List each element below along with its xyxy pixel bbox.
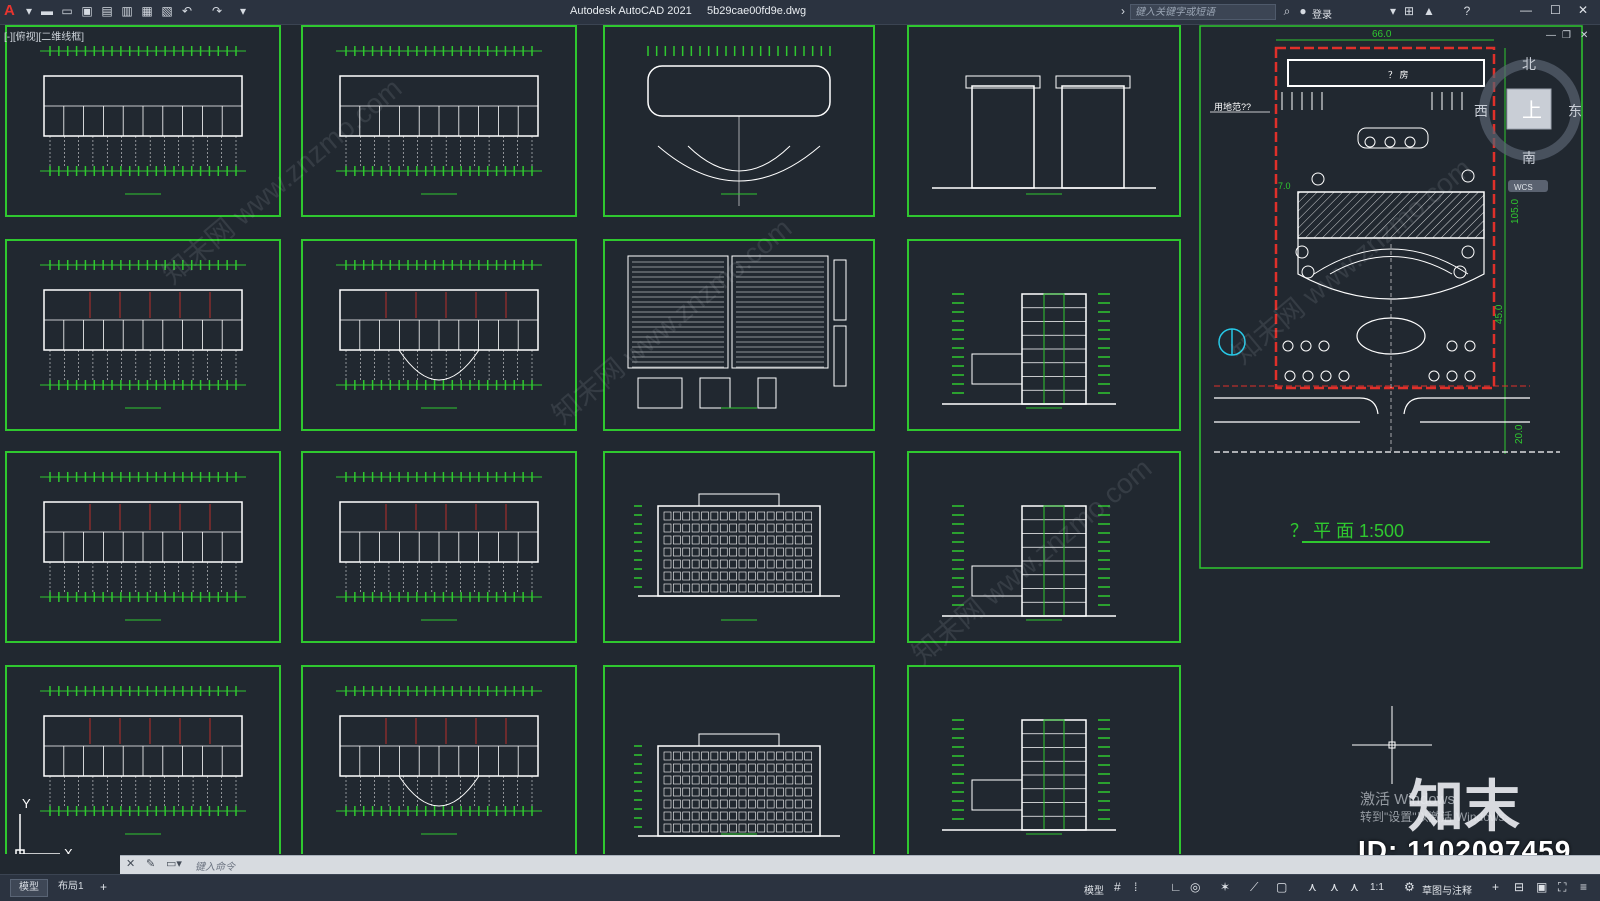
annotation-visibility-icon[interactable]: ⋏ (1308, 880, 1317, 894)
workspace-selector[interactable]: 草图与注释 (1422, 882, 1472, 897)
publish-icon[interactable]: ▥ (120, 4, 134, 18)
file-name: 5b29cae00fd9e.dwg (706, 5, 807, 17)
app-menu-chevron-icon[interactable]: ▾ (22, 4, 36, 18)
site-dim-right-1: 105.0 (1510, 199, 1521, 224)
auto-scale-icon[interactable]: ⋏ (1330, 880, 1339, 894)
viewcube-wcs[interactable]: WCS (1514, 183, 1533, 192)
site-dim-top: 66.0 (1372, 29, 1392, 40)
site-land-label: 用地范?? (1214, 101, 1251, 112)
app-title: Autodesk AutoCAD 2021 (570, 5, 692, 17)
viewport-restore-icon[interactable]: ❐ (1562, 30, 1571, 41)
tab-layout1[interactable]: 布局1 (50, 879, 92, 895)
command-input[interactable]: 键入命令 (195, 858, 235, 873)
annotation-scale-icon[interactable]: ⋏ (1350, 880, 1359, 894)
help-icon[interactable]: ? (1460, 4, 1474, 18)
autodesk-a360-icon[interactable]: ▲ (1422, 4, 1436, 18)
undo-icon[interactable]: ↶ (180, 4, 194, 18)
user-icon[interactable]: ● (1296, 4, 1310, 18)
znzmo-logo: 知末 (1408, 775, 1520, 840)
viewcube-west[interactable]: 西 (1474, 103, 1488, 119)
viewport-close-icon[interactable]: ✕ (1580, 30, 1588, 41)
plot-preview-icon[interactable]: ▦ (140, 4, 154, 18)
add-scale-icon[interactable]: + (1492, 880, 1499, 894)
drawing-canvas[interactable]: 66.0 105.0 45.0 20.0 7.0 ？ 房 用地范?? ？ 平 面… (0, 24, 1600, 854)
units-icon[interactable]: ⊟ (1514, 880, 1524, 894)
new-file-icon[interactable]: ▬ (40, 4, 54, 18)
minimize-icon[interactable]: — (1520, 3, 1532, 17)
site-building-label: ？ 房 (1388, 69, 1409, 80)
viewport-minimize-icon[interactable]: — (1546, 30, 1556, 41)
viewcube-south[interactable]: 南 (1522, 150, 1536, 166)
viewport-label[interactable]: [-][俯视][二维线框] (4, 28, 84, 43)
tab-model[interactable]: 模型 (10, 879, 48, 897)
cart-icon[interactable]: ⊞ (1402, 4, 1416, 18)
viewcube-north[interactable]: 北 (1522, 56, 1536, 72)
viewcube-east[interactable]: 东 (1568, 103, 1582, 119)
window-title: Autodesk AutoCAD 2021 5b29cae00fd9e.dwg (570, 5, 806, 17)
grid-icon[interactable]: # (1114, 880, 1121, 894)
customize-status-icon[interactable]: ≡ (1580, 880, 1587, 894)
close-icon[interactable]: ✕ (1578, 3, 1588, 17)
cmd-customize-icon[interactable]: ✎ (146, 857, 155, 870)
command-line[interactable]: ✕ ✎ ▭▾ 键入命令 (120, 855, 1600, 874)
login-dropdown-icon[interactable]: ▾ (1386, 4, 1400, 18)
ucs-y-label: Y (22, 796, 31, 811)
redo-icon[interactable]: ↷ (210, 4, 224, 18)
cmd-history-icon[interactable]: ▭▾ (166, 857, 182, 870)
close-cmd-icon[interactable]: ✕ (126, 857, 135, 870)
isodraft-icon[interactable]: ⟋ (1250, 880, 1258, 895)
print-icon[interactable]: ▧ (160, 4, 174, 18)
status-bar: 模型 布局1 + 模型 # ⁞ ∟ ◎ ✶ ⟋ ▢ ⋏ ⋏ ⋏ 1:1 ⚙ 草图… (0, 874, 1600, 901)
model-space-button[interactable]: 模型 (1084, 882, 1104, 897)
fullscreen-icon[interactable]: ⛶ (1558, 880, 1566, 895)
north-arrow-icon (1218, 328, 1246, 356)
site-dim-right-3: 20.0 (1514, 424, 1525, 444)
site-plan-title: ？ 平 面 1:500 (1290, 521, 1404, 541)
viewcube-top[interactable]: 上 (1522, 99, 1542, 122)
ucs-x-label: X (64, 846, 73, 854)
open-folder-icon[interactable]: ▭ (60, 4, 74, 18)
ucs-icon (15, 814, 60, 854)
login-link[interactable]: 登录 (1312, 6, 1332, 21)
viewcube[interactable]: 上 北 南 东 西 WCS (1474, 56, 1582, 192)
maximize-icon[interactable]: ☐ (1550, 3, 1561, 17)
customize-toolbar-icon[interactable]: ▾ (236, 4, 250, 18)
snap-icon[interactable]: ⁞ (1134, 880, 1137, 894)
search-input[interactable]: 键入关键字或短语 (1130, 4, 1276, 20)
scale-selector[interactable]: 1:1 (1370, 882, 1384, 893)
osnap-icon[interactable]: ✶ (1220, 880, 1230, 894)
save-icon[interactable]: ▣ (80, 4, 94, 18)
add-layout-icon[interactable]: + (100, 880, 107, 894)
title-bar: A ▾ ▬ ▭ ▣ ▤ ▥ ▦ ▧ ↶ ↷ ▾ Autodesk AutoCAD… (0, 0, 1600, 25)
workspace-gear-icon[interactable]: ⚙ (1404, 880, 1415, 894)
polar-icon[interactable]: ◎ (1190, 880, 1200, 894)
site-dim-left: 7.0 (1278, 181, 1291, 191)
sheet-frame (603, 451, 875, 643)
save-as-icon[interactable]: ▤ (100, 4, 114, 18)
sheet-thumbnails (5, 25, 1181, 854)
autocad-logo-icon[interactable]: A (4, 2, 15, 19)
ortho-icon[interactable]: ∟ (1170, 880, 1182, 894)
search-icon[interactable]: ⌕ (1280, 4, 1294, 18)
site-dim-right-2: 45.0 (1494, 304, 1505, 324)
selection-cycling-icon[interactable]: ▢ (1276, 880, 1287, 894)
quick-properties-icon[interactable]: ▣ (1536, 880, 1547, 894)
search-expand-icon[interactable]: › (1116, 4, 1130, 18)
